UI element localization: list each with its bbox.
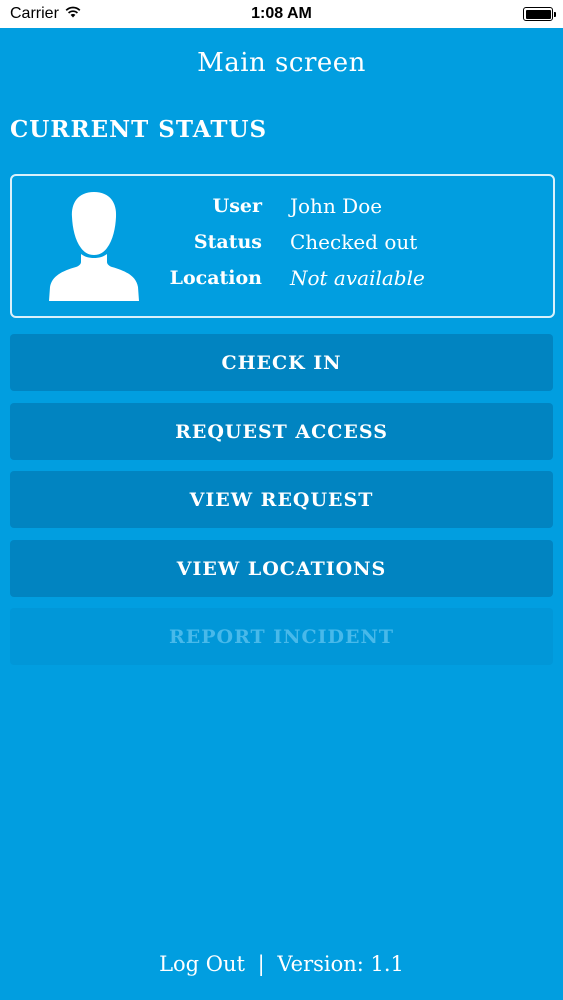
status-row-user: User John Doe bbox=[162, 188, 425, 224]
user-value: John Doe bbox=[290, 194, 383, 218]
footer-separator: | bbox=[257, 952, 265, 976]
wifi-icon bbox=[65, 5, 81, 23]
carrier-label: Carrier bbox=[10, 5, 59, 22]
status-row-location: Location Not available bbox=[162, 260, 425, 296]
battery-icon bbox=[523, 7, 556, 21]
user-label: User bbox=[212, 195, 262, 217]
status-label: Status bbox=[193, 231, 262, 253]
status-row-status: Status Checked out bbox=[162, 224, 425, 260]
status-rows: User John Doe Status Checked out Locatio… bbox=[162, 188, 425, 296]
status-time: 1:08 AM bbox=[251, 5, 312, 22]
current-status-heading: CURRENT STATUS bbox=[10, 116, 268, 143]
logout-link[interactable]: Log Out bbox=[159, 952, 245, 976]
check-in-button[interactable]: CHECK IN bbox=[10, 334, 553, 391]
footer: Log Out | Version: 1.1 bbox=[0, 952, 563, 976]
ios-status-bar: Carrier 1:08 AM bbox=[0, 0, 563, 28]
status-card: User John Doe Status Checked out Locatio… bbox=[10, 174, 555, 318]
user-silhouette-icon bbox=[48, 190, 140, 302]
status-value: Checked out bbox=[290, 230, 418, 254]
request-access-button[interactable]: REQUEST ACCESS bbox=[10, 403, 553, 460]
report-incident-button: REPORT INCIDENT bbox=[10, 608, 553, 665]
location-value: Not available bbox=[290, 266, 425, 290]
version-label: Version: 1.1 bbox=[277, 952, 404, 976]
location-label: Location bbox=[169, 267, 262, 289]
view-locations-button[interactable]: VIEW LOCATIONS bbox=[10, 540, 553, 597]
nav-title: Main screen bbox=[197, 48, 366, 78]
view-request-button[interactable]: VIEW REQUEST bbox=[10, 471, 553, 528]
status-left: Carrier bbox=[10, 5, 81, 23]
